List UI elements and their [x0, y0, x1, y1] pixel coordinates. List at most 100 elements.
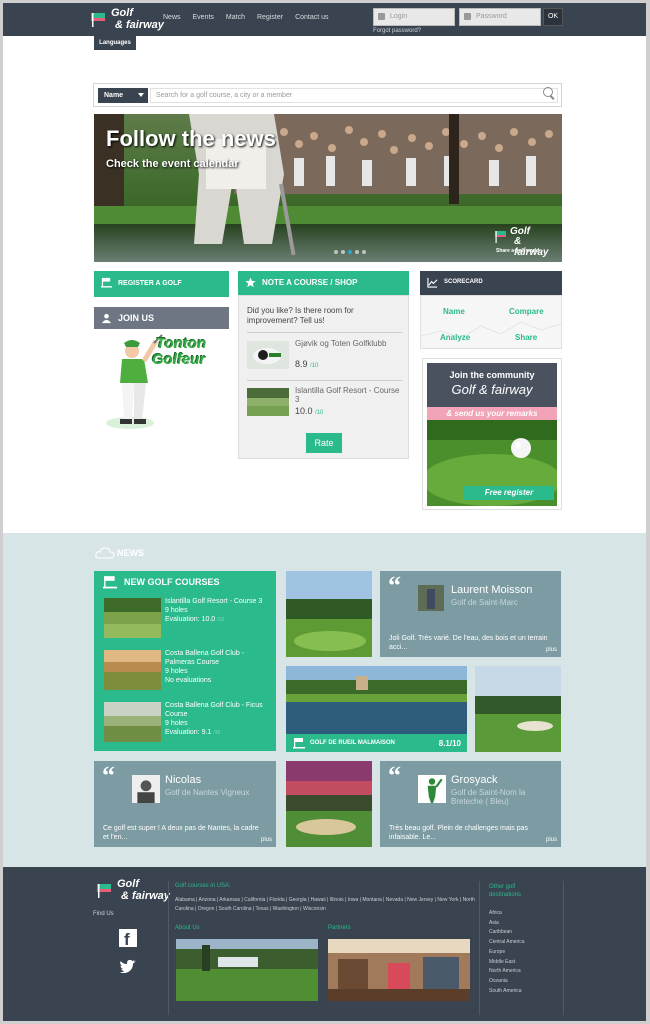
usa-states-links[interactable]: Alabama | Arizona | Arkansas | Californi…: [175, 896, 475, 914]
partners-image[interactable]: [328, 939, 470, 1001]
more-link[interactable]: plus: [546, 837, 557, 843]
golf-course-photo[interactable]: [475, 666, 561, 752]
reviewed-course: Golf de Saint-Nom la Breteche ( Bleu): [451, 788, 526, 806]
scorecard-compare-link[interactable]: Compare: [509, 307, 544, 316]
hero-banner[interactable]: Follow the news Check the event calendar…: [94, 114, 562, 262]
login-button[interactable]: OK: [543, 8, 563, 26]
destination-link[interactable]: North America: [489, 967, 525, 977]
avatar: [418, 585, 444, 611]
find-us-label: Find Us: [93, 911, 114, 917]
search-bar: Name Search for a golf course, a city or…: [93, 83, 562, 107]
logo-text: Golf: [111, 7, 133, 19]
about-us-image[interactable]: [176, 939, 318, 1001]
carousel-dot-active[interactable]: [348, 250, 352, 254]
carousel-dot[interactable]: [341, 250, 345, 254]
new-golf-courses-title: NEW GOLF COURSES: [124, 577, 220, 587]
destination-link[interactable]: Asia: [489, 919, 525, 929]
join-us-button[interactable]: JOIN US: [94, 307, 229, 329]
destination-link[interactable]: Middle East: [489, 958, 525, 968]
footer-logo[interactable]: Golf & fairway: [93, 877, 173, 905]
featured-course-caption[interactable]: GOLF DE RUEIL MALMAISON 8.1/10: [286, 734, 467, 752]
site-logo[interactable]: Golf & fairway: [87, 6, 167, 34]
search-icon[interactable]: [543, 87, 553, 97]
rated-course-score: 10.0 /10: [295, 406, 323, 416]
new-course-eval: Evaluation: 9.1 /10: [165, 728, 270, 738]
top-bar: Golf & fairway News Events Match Registe…: [3, 3, 646, 36]
new-course-item[interactable]: Costa Ballena Golf Club - Palmeras Cours…: [104, 649, 269, 693]
quote-icon: “: [388, 761, 401, 790]
community-header: Join the community Golf & fairway: [427, 363, 557, 407]
password-placeholder: Password: [476, 13, 507, 20]
carousel-dot[interactable]: [355, 250, 359, 254]
scorecard-name-link[interactable]: Name: [443, 307, 465, 316]
languages-button[interactable]: Languages: [94, 36, 136, 50]
community-line1: Join the community: [449, 370, 535, 380]
destination-link[interactable]: Europe: [489, 948, 525, 958]
search-type-select[interactable]: Name: [98, 88, 148, 103]
scorecard-analyze-link[interactable]: Analyze: [440, 333, 470, 342]
free-register-button[interactable]: Free register: [464, 486, 554, 500]
featured-course-photo[interactable]: [286, 666, 467, 734]
carousel-dot[interactable]: [362, 250, 366, 254]
review-tile[interactable]: “ Nicolas Golf de Nantes Vigneux Ce golf…: [94, 761, 276, 847]
rate-button[interactable]: Rate: [306, 433, 342, 453]
login-input[interactable]: Login: [373, 8, 455, 26]
destination-link[interactable]: Oceania: [489, 977, 525, 987]
new-course-info: Costa Ballena Golf Club - Ficus Course 9…: [165, 701, 270, 738]
review-tile[interactable]: “ Laurent Moisson Golf de Saint-Marc Jol…: [380, 571, 561, 657]
destination-link[interactable]: Africa: [489, 909, 525, 919]
destination-link[interactable]: South America: [489, 987, 525, 997]
sunset-course-photo[interactable]: [286, 761, 372, 847]
divider: [247, 380, 402, 381]
new-course-eval-text: No evaluations: [165, 677, 212, 684]
forgot-password-link[interactable]: Forgot password?: [373, 28, 421, 34]
featured-course-name: GOLF DE RUEIL MALMAISON: [310, 740, 395, 746]
destination-link[interactable]: Caribbean: [489, 928, 525, 938]
more-link[interactable]: plus: [546, 647, 557, 653]
nav-match[interactable]: Match: [226, 14, 245, 21]
flag-icon: [91, 13, 105, 27]
scorecard-share-link[interactable]: Share: [515, 333, 537, 342]
hero-tagline: Share a golf world: [496, 248, 540, 254]
rated-course-item[interactable]: Gjøvik og Toten Golfklubb 8.9 /10: [247, 339, 402, 375]
destination-link[interactable]: Central America: [489, 938, 525, 948]
quote-icon: “: [388, 571, 401, 600]
password-input[interactable]: Password: [459, 8, 541, 26]
rated-course-item[interactable]: Islantilla Golf Resort - Course 3 10.0 /…: [247, 386, 402, 422]
nav-news[interactable]: News: [163, 14, 181, 21]
review-tile[interactable]: “ Grosyack Golf de Saint-Nom la Breteche…: [380, 761, 561, 847]
new-course-name: Costa Ballena Golf Club - Palmeras Cours…: [165, 650, 244, 666]
search-input[interactable]: Search for a golf course, a city or a me…: [150, 88, 558, 103]
scorecard-header[interactable]: SCORECARD: [420, 271, 562, 295]
golf-course-photo[interactable]: [286, 571, 372, 657]
partners-link[interactable]: Partners: [328, 925, 351, 931]
nav-register[interactable]: Register: [257, 14, 283, 21]
new-course-item[interactable]: Islantilla Golf Resort - Course 3 9 hole…: [104, 597, 269, 641]
footer-logo-text-2: & fairway: [121, 890, 170, 902]
scorecard-title: SCORECARD: [444, 279, 483, 285]
facebook-icon[interactable]: f: [119, 929, 137, 949]
nav-contact[interactable]: Contact us: [295, 14, 328, 21]
new-course-eval-suffix: /10: [217, 617, 225, 623]
carousel-dot[interactable]: [334, 250, 338, 254]
new-course-eval-text: Evaluation: 9.1: [165, 729, 212, 736]
new-course-name: Islantilla Golf Resort - Course 3: [165, 598, 263, 605]
carousel-dots: [334, 250, 366, 254]
community-banner[interactable]: Join the community Golf & fairway & send…: [422, 358, 562, 510]
nav-events[interactable]: Events: [193, 14, 214, 21]
search-placeholder: Search for a golf course, a city or a me…: [156, 92, 293, 99]
new-course-item[interactable]: Costa Ballena Golf Club - Ficus Course 9…: [104, 701, 269, 745]
mascot-banner[interactable]: Tonton Golfeur: [94, 333, 229, 433]
twitter-icon[interactable]: [119, 959, 137, 973]
star-icon: [245, 277, 256, 288]
lock-icon: [464, 13, 471, 20]
course-thumbnail: [104, 598, 161, 638]
about-us-link[interactable]: About Us: [175, 925, 200, 931]
course-thumbnail: [104, 702, 161, 742]
register-golf-button[interactable]: REGISTER A GOLF: [94, 271, 229, 297]
more-link[interactable]: plus: [261, 837, 272, 843]
note-course-header[interactable]: NOTE A COURSE / SHOP: [238, 271, 409, 295]
cloud-icon: [95, 547, 115, 559]
divider: [168, 881, 169, 1015]
rated-course-name: Islantilla Golf Resort - Course 3: [295, 386, 400, 404]
